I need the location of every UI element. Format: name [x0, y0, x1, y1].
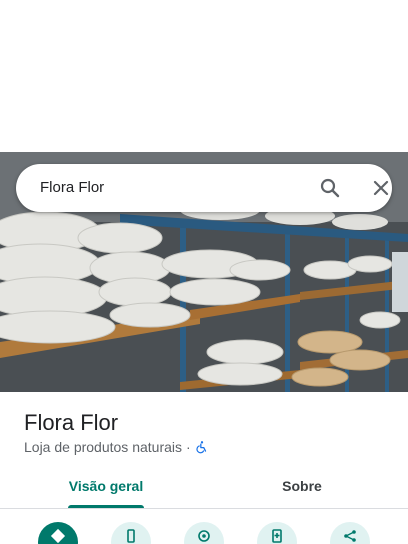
search-icon[interactable]	[318, 176, 342, 200]
phone-icon	[127, 529, 135, 543]
save-button[interactable]	[257, 522, 297, 544]
search-bar[interactable]: Flora Flor	[16, 164, 392, 212]
place-screen: Flora Flor Flora Flor Loja de produtos n…	[0, 0, 408, 544]
tab-divider	[0, 508, 408, 509]
share-button[interactable]	[330, 522, 370, 544]
save-icon	[272, 529, 282, 543]
wheelchair-accessible-icon	[196, 441, 206, 454]
tab-overview[interactable]: Visão geral	[56, 476, 156, 508]
call-button[interactable]	[111, 522, 151, 544]
separator-dot: ·	[186, 439, 191, 455]
search-input[interactable]: Flora Flor	[40, 178, 104, 198]
directions-button[interactable]	[38, 522, 78, 544]
place-category-row: Loja de produtos naturais ·	[24, 438, 209, 456]
tab-about[interactable]: Sobre	[252, 476, 352, 508]
nearby-icon	[198, 530, 210, 542]
nearby-button[interactable]	[184, 522, 224, 544]
place-name: Flora Flor	[24, 410, 119, 435]
place-category: Loja de produtos naturais	[24, 439, 182, 455]
directions-icon	[50, 528, 66, 544]
close-icon[interactable]	[369, 176, 393, 200]
share-icon	[344, 530, 356, 542]
